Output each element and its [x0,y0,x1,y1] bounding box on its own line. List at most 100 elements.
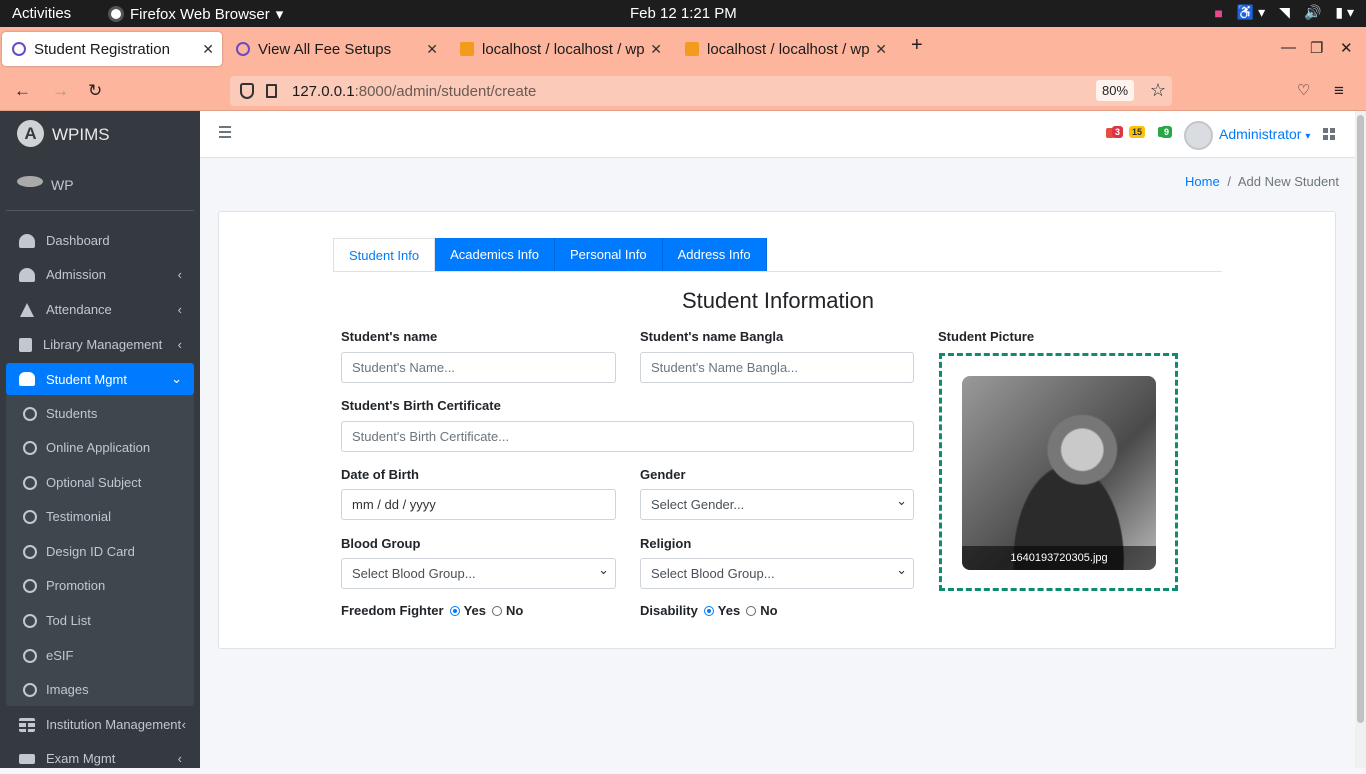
close-tab-icon[interactable]: ✕ [426,41,438,58]
sidebar-item-label: Library Management [43,337,163,352]
new-tab-button[interactable]: + [911,34,923,57]
tab-address-info[interactable]: Address Info [662,238,767,272]
sidebar-item-optional-subject[interactable]: Optional Subject [6,467,194,498]
main-header: 3 15 9 Administrator ▾ [200,111,1355,158]
tab-student-info[interactable]: Student Info [333,238,436,272]
activities-button[interactable]: Activities [12,5,71,22]
disability-yes-label: Yes [717,603,741,618]
app-menu[interactable]: Firefox Web Browser ▾ [108,5,283,23]
tab-phpmyadmin-1[interactable]: localhost / localhost / wp ✕ [450,32,670,66]
tab-personal-info[interactable]: Personal Info [555,238,663,272]
student-name-bangla-input[interactable]: Student's Name Bangla... [640,352,914,383]
tab-student-registration[interactable]: Student Registration ✕ [2,32,222,66]
accessibility-icon[interactable]: ♿ ▾ [1237,4,1265,21]
birth-certificate-input[interactable]: Student's Birth Certificate... [341,421,914,452]
pma-favicon-icon [460,42,474,56]
tab-view-all-fee-setups[interactable]: View All Fee Setups ✕ [226,32,446,66]
sidebar-item-students[interactable]: Students [6,398,194,429]
book-icon [19,337,32,352]
gender-select[interactable]: Select Gender... [640,489,914,520]
apps-grid-icon[interactable] [1323,128,1335,140]
bookmark-star-icon[interactable]: ☆ [1150,80,1166,101]
zoom-level[interactable]: 80% [1096,80,1135,101]
circle-icon [23,578,37,593]
close-tab-icon[interactable]: ✕ [202,41,214,58]
site-favicon-icon [236,42,250,56]
user-name: Administrator [1219,126,1302,142]
sidebar-item-label: eSIF [46,648,74,663]
gender-label: Gender [640,467,686,482]
picture-dropzone[interactable]: 1640193720305.jpg [939,353,1178,591]
brand-link[interactable]: A WPIMS [0,111,200,157]
sidebar-item-promotion[interactable]: Promotion [6,570,194,601]
battery-icon: ▮ ▾ [1335,4,1354,20]
disability-group: Disability Yes No [640,603,778,618]
sidebar-item-label: Students [46,406,98,421]
close-window-icon[interactable]: ✕ [1340,39,1353,57]
sidebar-item-exam-mgmt[interactable]: Exam Mgmt ‹ [6,743,194,774]
back-arrow-icon[interactable]: ← [14,81,31,101]
tab-academics-info[interactable]: Academics Info [435,238,555,272]
url-bar[interactable]: 127.0.0.1:8000/admin/student/create 80% … [230,76,1172,106]
close-tab-icon[interactable]: ✕ [650,41,662,58]
url-text[interactable]: 127.0.0.1:8000/admin/student/create [292,83,536,100]
sidebar-item-library-management[interactable]: Library Management ‹ [6,329,194,360]
user-panel[interactable]: WP [6,161,194,211]
browser-toolbar: ← → ↻ 127.0.0.1:8000/admin/student/creat… [0,71,1366,111]
breadcrumb-home[interactable]: Home [1185,174,1220,189]
forward-arrow-icon[interactable]: → [52,81,69,101]
circle-icon [23,475,37,490]
url-path: :8000/admin/student/create [354,83,537,100]
user-name: WP [51,177,74,193]
blood-group-select[interactable]: Select Blood Group... [341,558,616,589]
hamburger-menu-icon[interactable]: ≡ [1334,81,1344,101]
sidebar-item-design-id-card[interactable]: Design ID Card [6,536,194,567]
reload-icon[interactable]: ↻ [88,81,102,101]
disability-yes-radio[interactable] [703,605,714,616]
photo-filename: 1640193720305.jpg [962,546,1156,570]
sidebar-item-online-application[interactable]: Online Application [6,432,194,463]
name-bangla-label: Student's name Bangla [640,329,784,344]
pocket-icon[interactable]: ♡ [1297,81,1310,99]
freedom-no-radio[interactable] [492,605,502,616]
tab-phpmyadmin-2[interactable]: localhost / localhost / wp ✕ [675,32,895,66]
page-info-icon[interactable] [266,84,277,98]
sidebar-item-dashboard[interactable]: Dashboard [6,225,194,256]
sidebar-item-student-mgmt[interactable]: Student Mgmt ⌄ [6,363,194,395]
sidebar-item-label: Testimonial [46,509,112,524]
sidebar-item-institution-management[interactable]: Institution Management ‹ [6,709,194,740]
user-menu[interactable]: Administrator ▾ [1219,126,1310,142]
user-image [17,176,43,187]
dob-input[interactable]: mm / dd / yyyy [341,489,616,520]
sidebar-item-images[interactable]: Images [6,674,194,705]
freedom-yes-label: Yes [463,603,486,618]
scrollbar-thumb[interactable] [1357,115,1364,723]
freedom-yes-radio[interactable] [449,605,460,616]
table-icon [19,717,35,732]
system-tray[interactable]: ■ ♿ ▾ ◥ 🔊 ▮ ▾ [1214,4,1354,21]
shield-icon[interactable] [240,83,254,99]
page-scrollbar[interactable] [1355,111,1366,768]
menu-toggle-icon[interactable] [219,126,231,138]
graduate-icon [19,372,35,386]
disability-no-radio[interactable] [746,605,757,616]
clock[interactable]: Feb 12 1:21 PM [630,5,737,22]
religion-select[interactable]: Select Blood Group... [640,558,914,589]
circle-icon [23,682,37,697]
close-tab-icon[interactable]: ✕ [875,41,887,58]
system-top-bar: Activities Firefox Web Browser ▾ Feb 12 … [0,0,1366,27]
sidebar-item-tod-list[interactable]: Tod List [6,605,194,636]
student-name-input[interactable]: Student's Name... [341,352,616,383]
tab-label: localhost / localhost / wp [707,40,870,58]
app-indicator-icon[interactable]: ■ [1214,5,1222,21]
minimize-icon[interactable]: — [1281,39,1296,56]
sidebar: A WPIMS WP Dashboard Admission ‹ Attenda… [0,111,200,768]
sidebar-item-testimonial[interactable]: Testimonial [6,501,194,532]
url-host: 127.0.0.1 [292,83,355,100]
avatar[interactable] [1184,121,1213,150]
tree-icon [20,302,34,317]
sidebar-item-admission[interactable]: Admission ‹ [6,259,194,290]
sidebar-item-attendance[interactable]: Attendance ‹ [6,294,194,325]
maximize-icon[interactable]: ❐ [1310,39,1323,57]
sidebar-item-esif[interactable]: eSIF [6,640,194,671]
